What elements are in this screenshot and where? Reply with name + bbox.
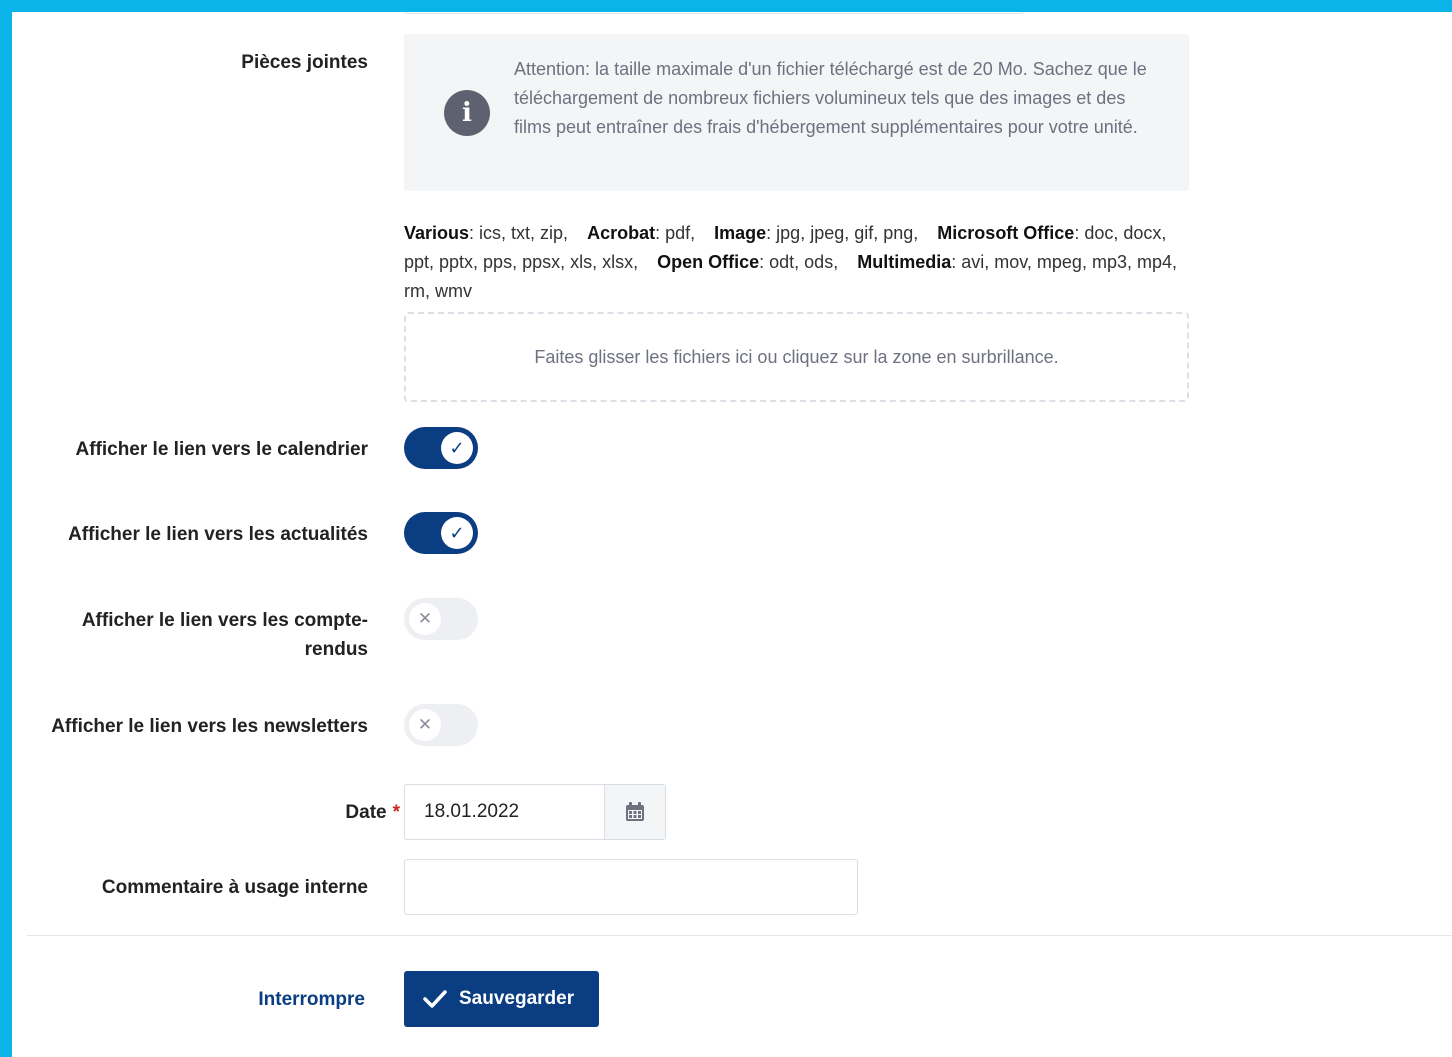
calendar-button[interactable] [605,785,665,839]
close-icon: ✕ [409,603,441,635]
calendar-link-toggle[interactable]: ✓ [404,427,478,469]
format-group: Image: jpg, jpeg, gif, png, [714,223,919,243]
save-button[interactable]: Sauvegarder [404,971,599,1027]
newsletters-link-toggle[interactable]: ✕ [404,704,478,746]
calendar-icon [626,802,644,821]
news-link-toggle[interactable]: ✓ [404,512,478,554]
comment-input[interactable] [404,859,858,915]
format-group: Open Office: odt, ods, [657,252,839,272]
check-icon: ✓ [441,517,473,549]
date-picker: 18.01.2022 [404,784,666,840]
check-icon: ✓ [441,432,473,464]
toggle-label-minutes: Afficher le lien vers les compte-rendus [81,610,368,660]
previous-field [404,12,1024,14]
save-button-label: Sauvegarder [459,988,575,1009]
date-label-text: Date [345,802,387,823]
divider [27,935,1452,936]
upload-info-text: Attention: la taille maximale d'un fichi… [514,59,1147,137]
close-icon: ✕ [409,709,441,741]
check-icon [423,990,447,1008]
allowed-formats: Various: ics, txt, zip, Acrobat: pdf, Im… [404,219,1194,306]
upload-info-box: i Attention: la taille maximale d'un fic… [404,34,1189,191]
toggle-label-calendar: Afficher le lien vers le calendrier [75,439,368,460]
toggle-label-newsletters: Afficher le lien vers les newsletters [51,716,368,737]
file-dropzone[interactable]: Faites glisser les fichiers ici ou cliqu… [404,312,1189,402]
cancel-link[interactable]: Interrompre [258,985,365,1014]
format-group: Various: ics, txt, zip, [404,223,569,243]
info-icon: i [444,90,490,136]
date-label: Date * [345,798,400,827]
toggle-label-news: Afficher le lien vers les actualités [68,524,368,545]
date-input[interactable]: 18.01.2022 [405,785,605,839]
form-page: Pièces jointes i Attention: la taille ma… [12,12,1452,1057]
minutes-link-toggle[interactable]: ✕ [404,598,478,640]
required-marker: * [392,802,400,823]
format-group: Acrobat: pdf, [587,223,696,243]
comment-label: Commentaire à usage interne [101,877,368,898]
attachments-label: Pièces jointes [241,52,368,73]
